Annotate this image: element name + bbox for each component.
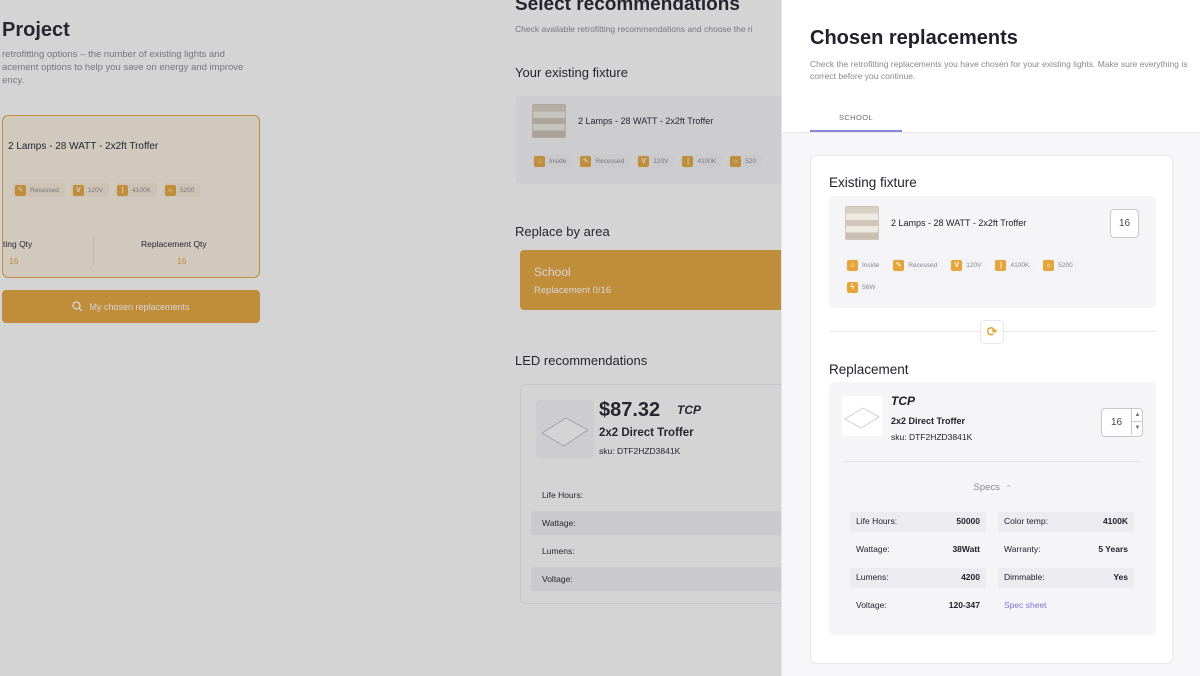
product-name: 2x2 Direct Troffer xyxy=(891,416,966,426)
existing-fixture-name: 2 Lamps - 28 WATT - 2x2ft Troffer xyxy=(891,218,1027,228)
troffer-thumbnail xyxy=(845,206,879,240)
spec-sheet-link[interactable]: Spec sheet xyxy=(998,596,1134,616)
chip-recessed: ✎ Recessed xyxy=(891,258,944,272)
chip-color-temp: ∣ 4100K xyxy=(993,258,1036,272)
house-icon: ⌂ xyxy=(847,259,858,271)
increment-icon[interactable]: ▲ xyxy=(1131,409,1143,422)
spec-dimmable: Dimmable: Yes xyxy=(998,568,1134,588)
specs-toggle[interactable]: Specs ⌃ xyxy=(829,482,1156,493)
product-thumbnail xyxy=(842,396,882,436)
existing-qty: 16 xyxy=(1110,209,1139,238)
wrench-icon: ✎ xyxy=(893,259,905,271)
product-sku: sku: DTF2HZD3841K xyxy=(891,432,973,442)
spec-life-hours: Life Hours: 50000 xyxy=(850,512,986,532)
thermometer-icon: ∣ xyxy=(995,259,1007,271)
drawer-title: Chosen replacements xyxy=(810,27,1018,49)
replacement-card: Existing fixture 2 Lamps - 28 WATT - 2x2… xyxy=(810,155,1173,664)
drawer-body: Existing fixture 2 Lamps - 28 WATT - 2x2… xyxy=(782,133,1200,676)
quantity-stepper[interactable]: 16 ▲ ▼ xyxy=(1101,408,1143,437)
power-icon: ϟ xyxy=(847,281,858,293)
voltage-icon: V xyxy=(951,259,963,271)
spec-voltage: Voltage: 120-347 xyxy=(856,600,980,610)
existing-fixture-heading: Existing fixture xyxy=(829,175,917,190)
drawer-subtitle: Check the retrofitting replacements you … xyxy=(810,59,1188,81)
tab-school[interactable]: SCHOOL xyxy=(810,113,902,132)
chosen-replacements-drawer: Chosen replacements Check the retrofitti… xyxy=(781,0,1200,676)
specs-divider xyxy=(842,461,1142,462)
spec-lumens: Lumens: 4200 xyxy=(850,568,986,588)
spec-warranty: Warranty: 5 Years xyxy=(1004,544,1128,554)
replacement-heading: Replacement xyxy=(829,362,909,377)
brand-logo: TCP xyxy=(891,394,915,408)
decrement-icon[interactable]: ▼ xyxy=(1131,422,1143,435)
replacement-panel: TCP 2x2 Direct Troffer sku: DTF2HZD3841K… xyxy=(829,382,1156,635)
lumens-icon: ☼ xyxy=(1043,259,1055,271)
chevron-up-icon: ⌃ xyxy=(1005,485,1012,492)
spec-color-temp: Color temp: 4100K xyxy=(998,512,1134,532)
chip-lumens: ☼ 5200 xyxy=(1041,258,1079,272)
chip-voltage: V 120V xyxy=(949,258,988,272)
spec-wattage: Wattage: 38Watt xyxy=(856,544,980,554)
chip-inside: ⌂ Inside xyxy=(845,258,886,272)
chip-wattage: ϟ 56W xyxy=(845,280,882,294)
existing-fixture-panel: 2 Lamps - 28 WATT - 2x2ft Troffer 16 ⌂ In… xyxy=(829,196,1156,308)
quantity-value[interactable]: 16 xyxy=(1102,409,1131,436)
swap-icon[interactable]: ⟳ xyxy=(980,320,1004,344)
